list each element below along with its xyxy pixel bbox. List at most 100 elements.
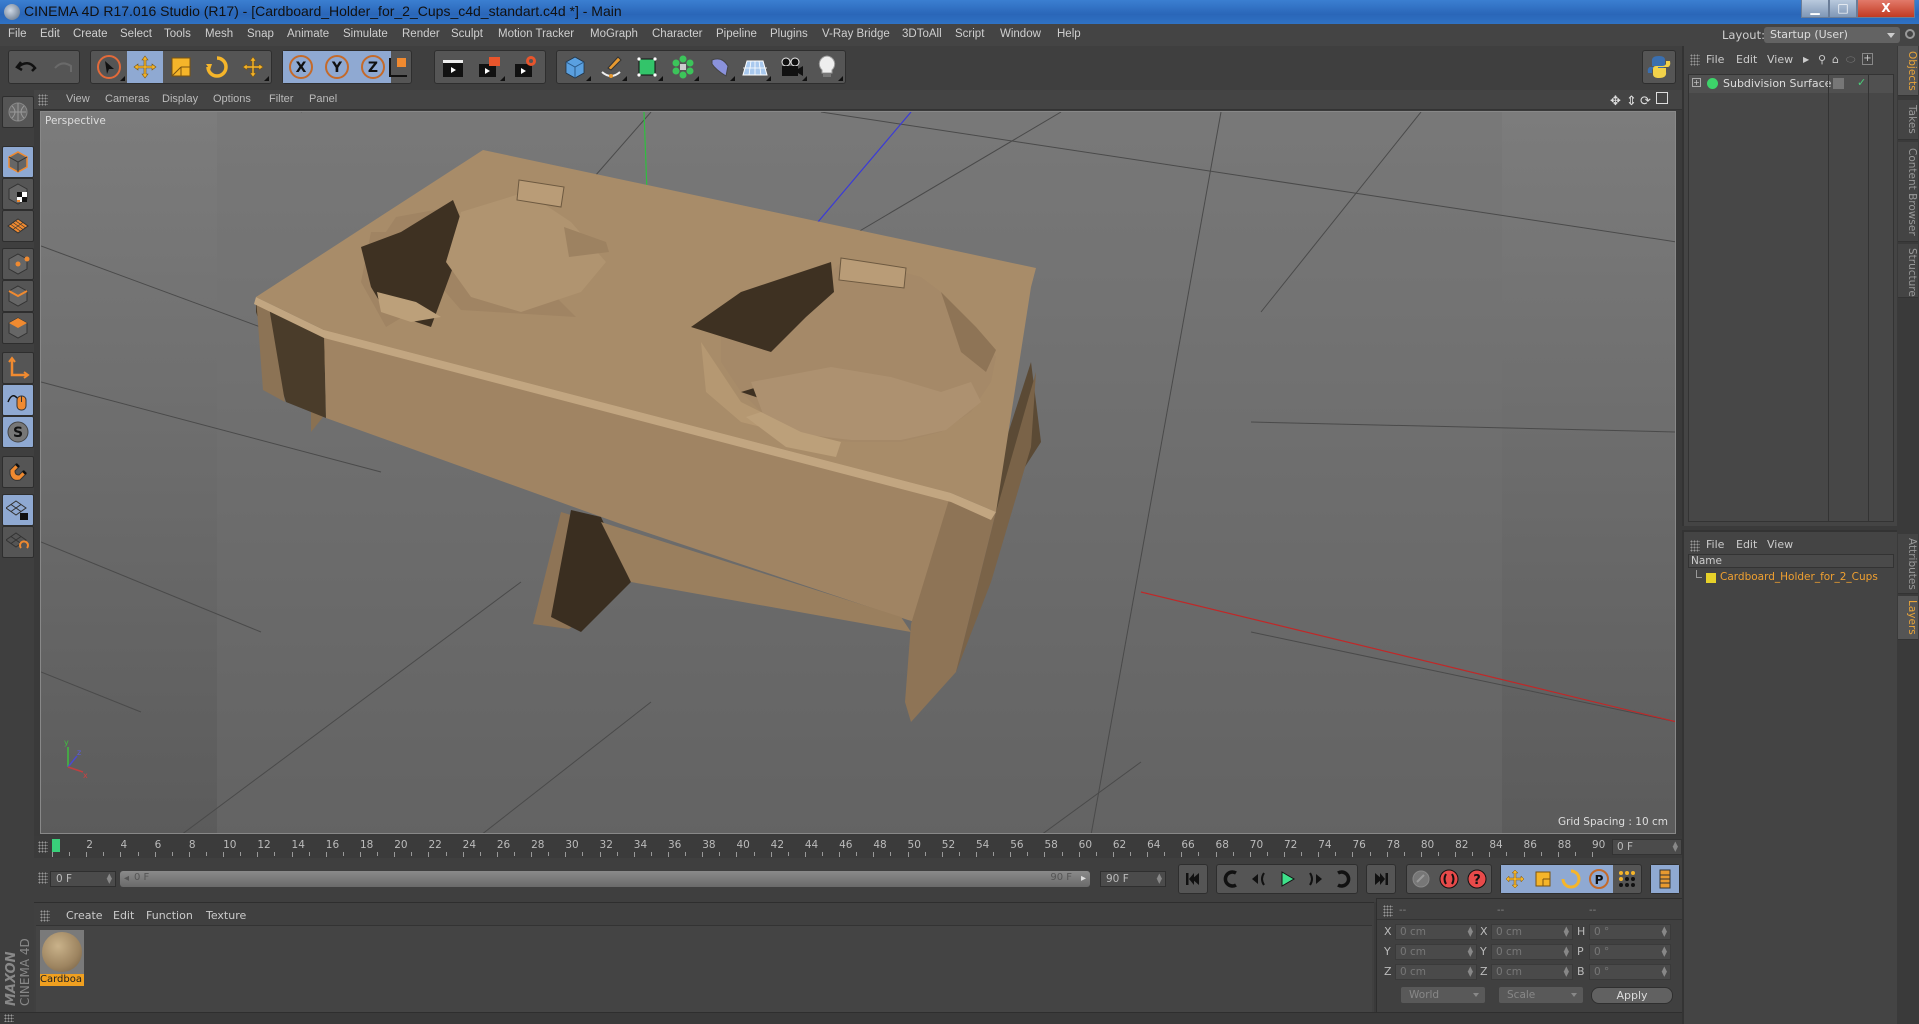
- tab-content-browser[interactable]: Content Browser: [1898, 142, 1918, 242]
- solo-button[interactable]: S: [2, 416, 34, 448]
- layout-dropdown[interactable]: Startup (User): [1764, 27, 1900, 43]
- search-icon[interactable]: ⚲: [1818, 53, 1826, 66]
- key-param-button[interactable]: P: [1585, 865, 1613, 893]
- undo-button[interactable]: [9, 51, 45, 83]
- material-name[interactable]: Cardboa: [40, 974, 84, 986]
- key-pla-button[interactable]: [1613, 865, 1641, 893]
- menu-mograph[interactable]: MoGraph: [590, 28, 638, 40]
- layers-menu-edit[interactable]: Edit: [1736, 538, 1757, 551]
- render-picture-viewer-button[interactable]: [471, 51, 507, 83]
- viewport-menu-view[interactable]: View: [66, 93, 90, 105]
- move-tool-button[interactable]: [127, 51, 163, 83]
- layers-menu-file[interactable]: File: [1706, 538, 1724, 551]
- enabled-check-icon[interactable]: ✓: [1857, 76, 1866, 89]
- panel-grip[interactable]: [4, 1014, 14, 1022]
- apply-button[interactable]: Apply: [1591, 987, 1673, 1004]
- x-axis-lock-button[interactable]: X: [283, 51, 319, 83]
- material-menu-function[interactable]: Function: [146, 909, 193, 922]
- material-menu-edit[interactable]: Edit: [113, 909, 134, 922]
- filter-icon[interactable]: ⬭: [1846, 53, 1855, 67]
- render-view-button[interactable]: [435, 51, 471, 83]
- range-start-handle[interactable]: ◂: [124, 873, 129, 884]
- render-settings-button[interactable]: [507, 51, 543, 83]
- previous-key-button[interactable]: [1217, 865, 1245, 893]
- objects-menu-view[interactable]: View: [1767, 53, 1793, 66]
- tab-structure[interactable]: Structure: [1898, 244, 1918, 298]
- next-key-button[interactable]: [1329, 865, 1357, 893]
- menu-3dtoall[interactable]: 3DToAll: [902, 28, 942, 40]
- go-to-start-button[interactable]: [1179, 865, 1207, 893]
- material-menu-create[interactable]: Create: [66, 909, 103, 922]
- current-frame-marker[interactable]: [52, 839, 60, 852]
- texture-mode-button[interactable]: [2, 178, 34, 210]
- expand-icon[interactable]: +: [1692, 78, 1701, 87]
- menu-snap[interactable]: Snap: [247, 28, 274, 40]
- menu-mesh[interactable]: Mesh: [205, 28, 233, 40]
- next-frame-button[interactable]: [1301, 865, 1329, 893]
- viewport-menu-filter[interactable]: Filter: [269, 93, 293, 105]
- rotate-view-icon[interactable]: ⟳: [1640, 93, 1651, 109]
- menu-help[interactable]: Help: [1057, 28, 1081, 40]
- scale-tool-button[interactable]: [163, 51, 199, 83]
- points-mode-button[interactable]: [2, 248, 34, 280]
- timeline-button[interactable]: [1651, 865, 1679, 893]
- autokey-button[interactable]: ?: [1463, 865, 1491, 893]
- snap-button[interactable]: [2, 456, 34, 488]
- coordinate-space-dropdown[interactable]: World: [1401, 987, 1485, 1003]
- move-view-icon[interactable]: ✥: [1610, 93, 1621, 109]
- menu-pipeline[interactable]: Pipeline: [716, 28, 757, 40]
- pos-y-field[interactable]: 0 cm ▲ ▼: [1395, 944, 1477, 960]
- material-swatch[interactable]: [40, 930, 84, 974]
- search-icon[interactable]: [1905, 29, 1915, 39]
- coordinate-system-button[interactable]: [383, 51, 413, 83]
- menu-window[interactable]: Window: [1000, 28, 1041, 40]
- panel-grip[interactable]: [38, 872, 48, 884]
- maximize-button[interactable]: □: [1829, 0, 1857, 18]
- menu-more-arrow-icon[interactable]: ▶: [1803, 55, 1809, 64]
- key-rotation-button[interactable]: [1557, 865, 1585, 893]
- tweak-mode-button[interactable]: [2, 384, 34, 416]
- add-spline-button[interactable]: [593, 51, 629, 83]
- record-keys-button[interactable]: [1435, 865, 1463, 893]
- material-menu-texture[interactable]: Texture: [206, 909, 246, 922]
- range-end-handle[interactable]: ▸: [1081, 873, 1086, 884]
- layers-menu-view[interactable]: View: [1767, 538, 1793, 551]
- axis-mode-button[interactable]: [2, 352, 34, 384]
- viewport-menu-panel[interactable]: Panel: [309, 93, 337, 105]
- spinner-icon[interactable]: ▲ ▼: [1673, 841, 1678, 853]
- workplane-lock-button[interactable]: [2, 494, 34, 526]
- redo-button[interactable]: [45, 51, 81, 83]
- 3d-viewport[interactable]: y z x Perspective Grid Spacing : 10 cm: [40, 111, 1676, 834]
- menu-select[interactable]: Select: [120, 28, 152, 40]
- recent-tool-button[interactable]: [235, 51, 271, 83]
- menu-render[interactable]: Render: [402, 28, 440, 40]
- object-row-subdivision-surface[interactable]: + Subdivision Surface ✓: [1689, 75, 1893, 93]
- spinner-icon[interactable]: ▲ ▼: [107, 873, 112, 885]
- menu-motion-tracker[interactable]: Motion Tracker: [498, 28, 574, 40]
- panel-grip[interactable]: [1383, 905, 1393, 917]
- zoom-view-icon[interactable]: ⇕: [1626, 93, 1637, 109]
- add-floor-button[interactable]: [737, 51, 773, 83]
- menu-plugins[interactable]: Plugins: [770, 28, 808, 40]
- menu-file[interactable]: File: [8, 28, 27, 40]
- viewport-menu-options[interactable]: Options: [213, 93, 251, 105]
- frame-range-slider[interactable]: ◂ 0 F 90 F ▸: [120, 871, 1090, 887]
- rotate-tool-button[interactable]: [199, 51, 235, 83]
- python-script-button[interactable]: [1643, 51, 1675, 83]
- tab-layers[interactable]: Layers: [1898, 596, 1918, 640]
- menu-tools[interactable]: Tools: [164, 28, 191, 40]
- viewport-menu-display[interactable]: Display: [162, 93, 198, 105]
- minimize-button[interactable]: ▁: [1801, 0, 1829, 18]
- end-frame-field[interactable]: 90 F ▲ ▼: [1100, 871, 1166, 887]
- panel-grip[interactable]: [1690, 540, 1700, 552]
- edges-mode-button[interactable]: [2, 280, 34, 312]
- y-axis-lock-button[interactable]: Y: [319, 51, 355, 83]
- start-frame-field[interactable]: 0 F ▲ ▼: [50, 871, 116, 887]
- previous-frame-button[interactable]: [1245, 865, 1273, 893]
- layer-color-swatch[interactable]: [1706, 573, 1716, 583]
- close-button[interactable]: X: [1857, 0, 1915, 18]
- menu-edit[interactable]: Edit: [40, 28, 60, 40]
- pos-x-field[interactable]: 0 cm ▲ ▼: [1395, 924, 1477, 940]
- pos-z-field[interactable]: 0 cm ▲ ▼: [1395, 964, 1477, 980]
- motion-record-button[interactable]: [1407, 865, 1435, 893]
